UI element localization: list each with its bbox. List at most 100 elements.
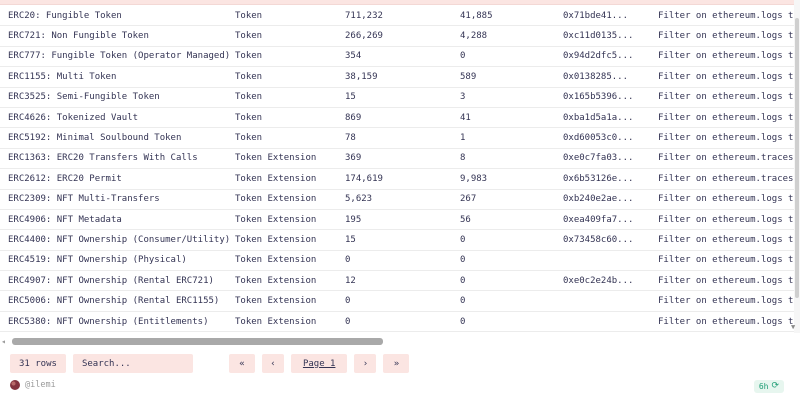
horizontal-scrollbar-thumb[interactable] <box>12 338 383 345</box>
filter-link[interactable]: Filter on ethereum.logs t <box>658 317 794 327</box>
token-standard-cell: ERC777: Fungible Token (Operator Managed… <box>8 51 231 62</box>
address-cell: 0xc11d0135... <box>563 31 634 42</box>
count-primary-cell: 0 <box>345 255 351 266</box>
refresh-age: 6h <box>758 382 769 391</box>
count-primary-cell: 12 <box>345 275 356 286</box>
filter-link[interactable]: Filter on ethereum.logs t <box>658 235 794 245</box>
count-secondary-cell: 41 <box>460 112 471 123</box>
token-type-cell: Token Extension <box>235 316 317 327</box>
filter-link[interactable]: Filter on ethereum.logs t <box>658 11 794 21</box>
count-primary-cell: 266,269 <box>345 31 383 42</box>
vertical-scrollbar-thumb[interactable] <box>795 18 799 298</box>
table-row: ERC4400: NFT Ownership (Consumer/Utility… <box>0 230 794 251</box>
next-page-button[interactable]: › <box>354 354 377 373</box>
token-standard-cell: ERC4626: Tokenized Vault <box>8 112 139 123</box>
filter-link[interactable]: Filter on ethereum.logs t <box>658 31 794 41</box>
table-row: ERC4907: NFT Ownership (Rental ERC721) T… <box>0 271 794 292</box>
count-primary-cell: 38,159 <box>345 71 378 82</box>
table-row: ERC4906: NFT Metadata Token Extension 19… <box>0 210 794 231</box>
table-row: ERC777: Fungible Token (Operator Managed… <box>0 47 794 68</box>
table-footer: 31 rows « ‹ Page 1 › » <box>10 354 416 373</box>
scroll-left-arrow-icon[interactable]: ◂ <box>1 337 6 346</box>
token-type-cell: Token <box>235 10 263 21</box>
filter-link[interactable]: Filter on ethereum.logs t <box>658 276 794 286</box>
address-cell: 0xd60053c0... <box>563 133 634 144</box>
filter-link[interactable]: Filter on ethereum.logs t <box>658 133 794 143</box>
prev-page-button[interactable]: ‹ <box>261 354 284 373</box>
refresh-icon: ⟳ <box>771 381 779 391</box>
count-secondary-cell: 0 <box>460 255 466 266</box>
token-type-cell: Token Extension <box>235 255 317 266</box>
token-type-cell: Token Extension <box>235 234 317 245</box>
count-primary-cell: 711,232 <box>345 10 383 21</box>
table-row: ERC5380: NFT Ownership (Entitlements) To… <box>0 312 794 333</box>
address-cell: 0xe0c7fa03... <box>563 153 634 164</box>
author-avatar <box>10 380 20 390</box>
count-secondary-cell: 267 <box>460 194 477 205</box>
token-type-cell: Token Extension <box>235 214 317 225</box>
count-primary-cell: 0 <box>345 316 351 327</box>
token-standard-cell: ERC5006: NFT Ownership (Rental ERC1155) <box>8 296 220 307</box>
count-secondary-cell: 0 <box>460 234 466 245</box>
token-type-cell: Token <box>235 71 263 82</box>
count-secondary-cell: 0 <box>460 296 466 307</box>
filter-link[interactable]: Filter on ethereum.logs t <box>658 92 794 102</box>
table-row: ERC20: Fungible Token Token 711,232 41,8… <box>0 6 794 27</box>
horizontal-scrollbar[interactable]: ◂ <box>0 337 800 347</box>
table-row: ERC5192: Minimal Soulbound Token Token 7… <box>0 128 794 149</box>
filter-link[interactable]: Filter on ethereum.logs t <box>658 72 794 82</box>
token-standard-cell: ERC2612: ERC20 Permit <box>8 173 122 184</box>
filter-link[interactable]: Filter on ethereum.logs t <box>658 296 794 306</box>
filter-link[interactable]: Filter on ethereum.logs t <box>658 51 794 61</box>
token-standard-cell: ERC721: Non Fungible Token <box>8 31 149 42</box>
token-standard-cell: ERC5192: Minimal Soulbound Token <box>8 133 182 144</box>
token-standard-cell: ERC20: Fungible Token <box>8 10 122 21</box>
filter-link[interactable]: Filter on ethereum.logs t <box>658 113 794 123</box>
filter-link[interactable]: Filter on ethereum.logs t <box>658 194 794 204</box>
count-primary-cell: 78 <box>345 133 356 144</box>
address-cell: 0x71bde41... <box>563 10 629 21</box>
count-secondary-cell: 0 <box>460 51 466 62</box>
token-type-cell: Token <box>235 133 263 144</box>
author-handle[interactable]: @ilemi <box>25 380 56 390</box>
count-secondary-cell: 41,885 <box>460 10 493 21</box>
token-type-cell: Token <box>235 31 263 42</box>
count-primary-cell: 15 <box>345 92 356 103</box>
page-indicator[interactable]: Page 1 <box>290 354 348 373</box>
table-row: ERC3525: Semi-Fungible Token Token 15 3 … <box>0 88 794 108</box>
count-primary-cell: 369 <box>345 153 362 164</box>
scroll-down-arrow-icon[interactable]: ▼ <box>791 323 795 331</box>
count-secondary-cell: 56 <box>460 214 471 225</box>
last-refresh-badge[interactable]: 6h ⟳ <box>753 380 784 393</box>
token-standard-cell: ERC4907: NFT Ownership (Rental ERC721) <box>8 275 214 286</box>
count-secondary-cell: 0 <box>460 275 466 286</box>
filter-link[interactable]: Filter on ethereum.logs t <box>658 215 794 225</box>
token-standard-cell: ERC4519: NFT Ownership (Physical) <box>8 255 187 266</box>
filter-link[interactable]: Filter on ethereum.traces <box>658 174 794 184</box>
filter-link[interactable]: Filter on ethereum.logs t <box>658 255 794 265</box>
count-secondary-cell: 0 <box>460 316 466 327</box>
address-cell: 0x6b53126e... <box>563 173 634 184</box>
vertical-scrollbar[interactable]: ▼ <box>791 0 800 333</box>
address-cell: 0xb240e2ae... <box>563 194 634 205</box>
first-page-button[interactable]: « <box>228 354 255 373</box>
count-primary-cell: 5,623 <box>345 194 373 205</box>
count-primary-cell: 0 <box>345 296 351 307</box>
last-page-button[interactable]: » <box>383 354 410 373</box>
token-type-cell: Token <box>235 112 263 123</box>
table-row: ERC4519: NFT Ownership (Physical) Token … <box>0 251 794 272</box>
dune-table-widget: ERC20: Fungible Token Token 711,232 41,8… <box>0 0 800 400</box>
token-standard-cell: ERC4400: NFT Ownership (Consumer/Utility… <box>8 234 231 245</box>
token-standard-cell: ERC1155: Multi Token <box>8 71 117 82</box>
author-attribution[interactable]: @ilemi <box>10 380 56 390</box>
table-row: ERC2612: ERC20 Permit Token Extension 17… <box>0 169 794 190</box>
token-standard-cell: ERC3525: Semi-Fungible Token <box>8 92 160 103</box>
count-secondary-cell: 3 <box>460 92 466 103</box>
count-primary-cell: 15 <box>345 234 356 245</box>
count-secondary-cell: 4,288 <box>460 31 488 42</box>
address-cell: 0xea409fa7... <box>563 214 634 225</box>
filter-link[interactable]: Filter on ethereum.traces <box>658 153 794 163</box>
token-type-cell: Token Extension <box>235 194 317 205</box>
search-input[interactable] <box>72 354 193 373</box>
count-primary-cell: 354 <box>345 51 362 62</box>
